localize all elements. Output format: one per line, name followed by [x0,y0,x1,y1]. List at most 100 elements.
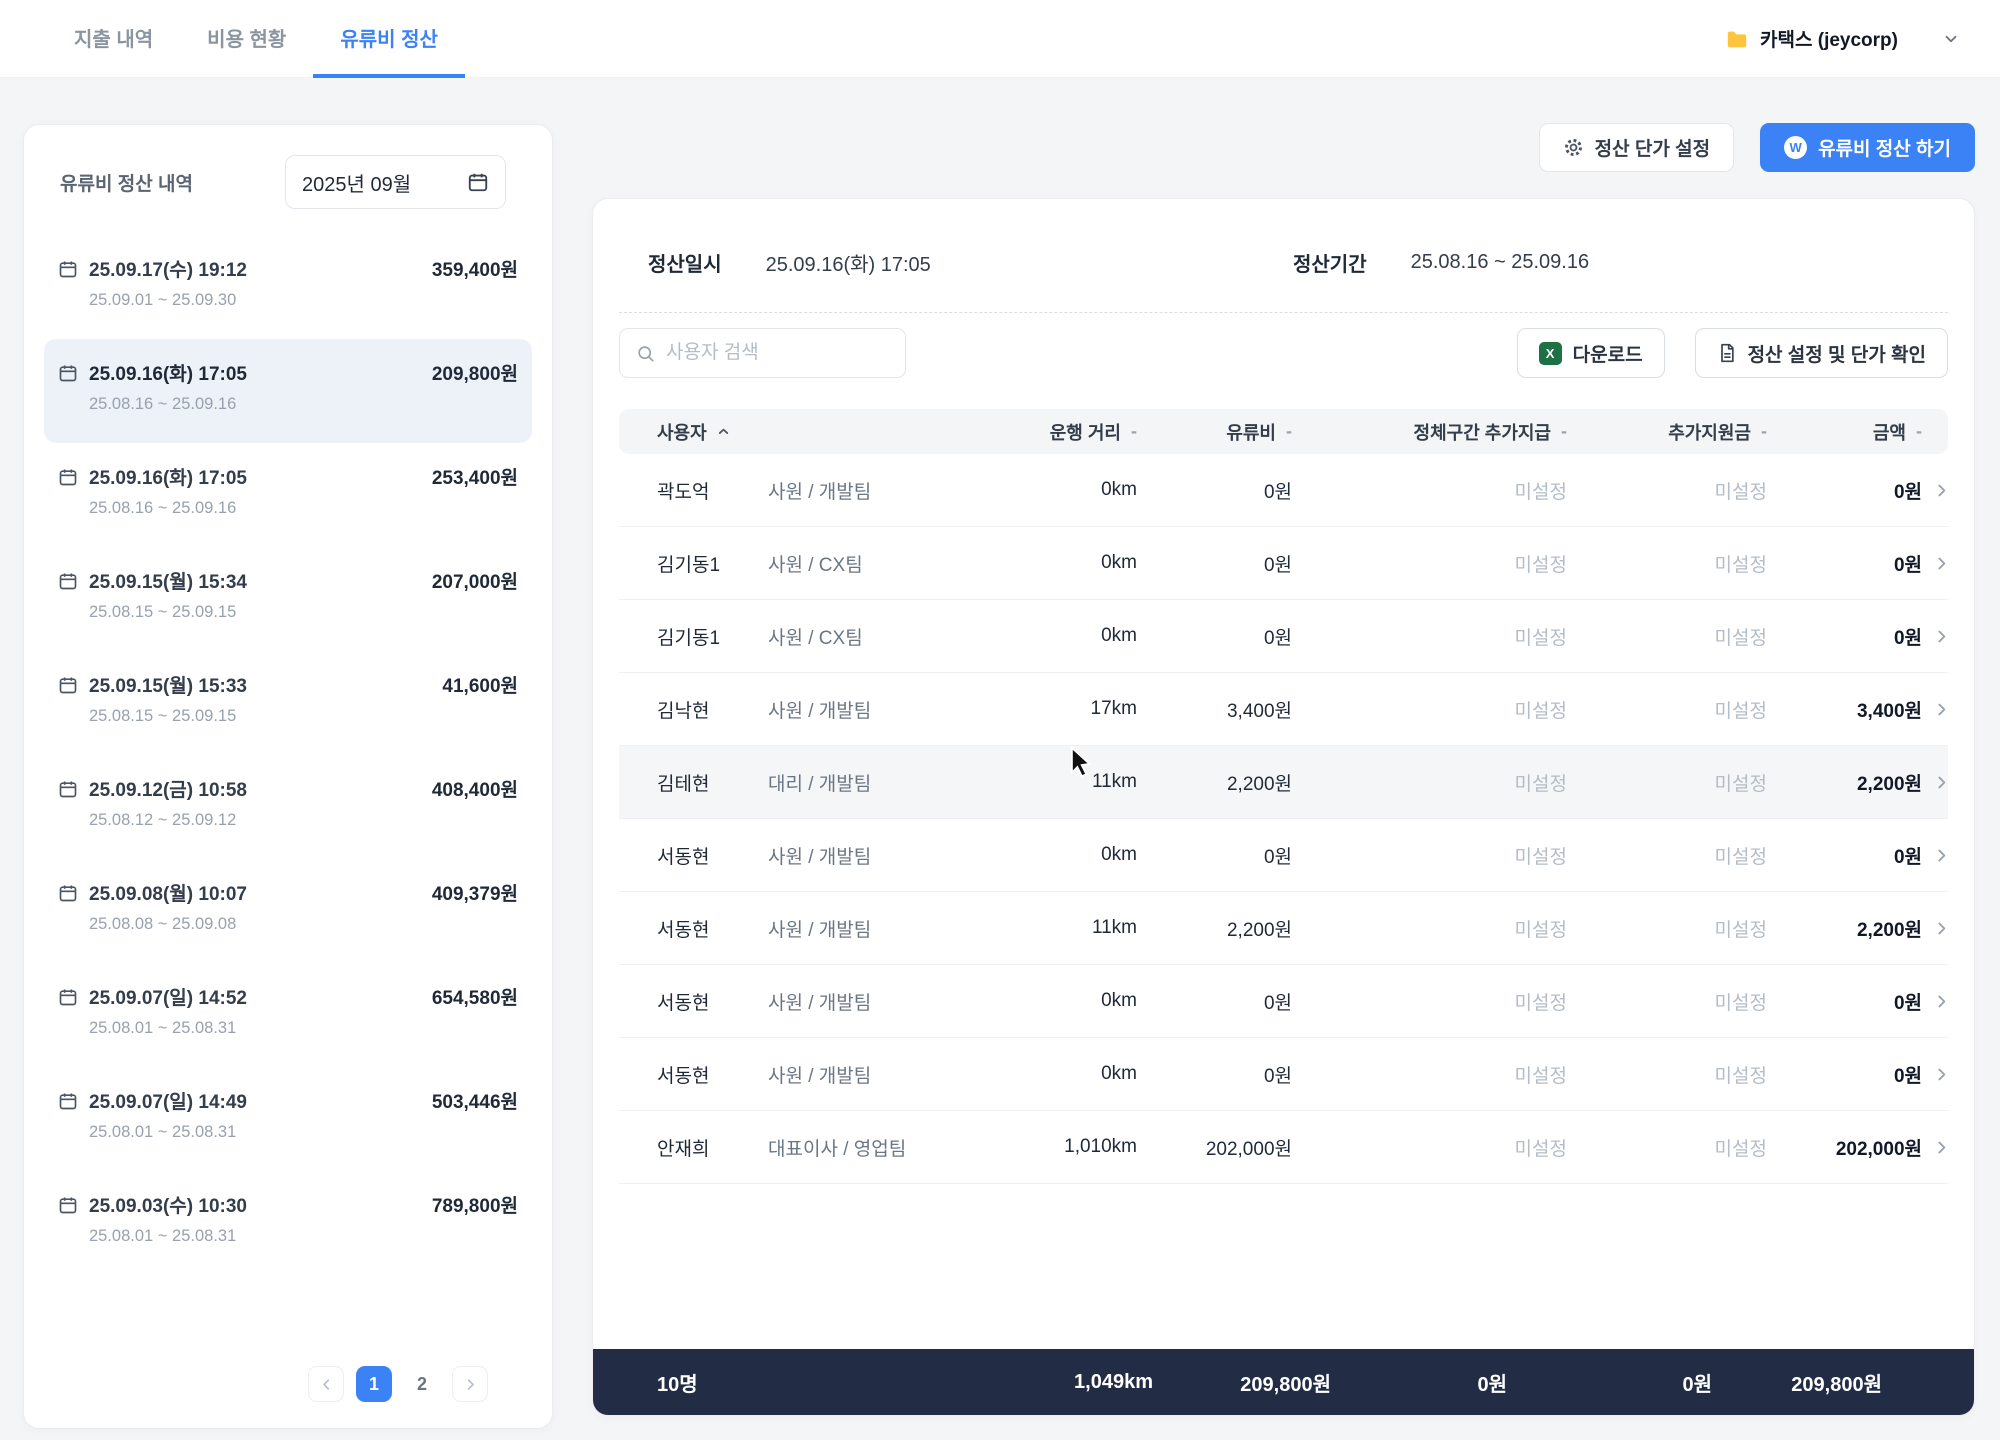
table-row[interactable]: 서동현 사원 / 개발팀 0km 0원 미설정 미설정 0원 [619,819,1948,892]
settlement-list-item[interactable]: 25.09.15(월) 15:34 207,000원 25.08.15 ~ 25… [44,547,532,651]
table-row[interactable]: 서동현 사원 / 개발팀 0km 0원 미설정 미설정 0원 [619,1038,1948,1111]
settlement-datetime: 25.09.15(월) 15:34 [89,572,247,593]
calendar-icon [58,363,78,383]
settlement-datetime: 25.09.15(월) 15:33 [89,676,247,697]
driving-distance: 0km [1101,625,1137,646]
congestion-extra: 미설정 [1514,773,1567,795]
row-chevron[interactable] [1922,920,1950,937]
settlement-list: 25.09.17(수) 19:12 359,400원 25.09.01 ~ 25… [44,235,532,1275]
settlement-period-range: 25.08.16 ~ 25.09.16 [89,499,237,517]
run-settlement-button[interactable]: W 유류비 정산 하기 [1760,123,1975,172]
table-row[interactable]: 김기동1 사원 / CX팀 0km 0원 미설정 미설정 0원 [619,600,1948,673]
row-chevron[interactable] [1922,555,1950,572]
settlement-amount: 789,800원 [431,1196,518,1217]
month-picker-value: 2025년 09월 [302,173,412,196]
account-selector[interactable]: 카택스 (jeycorp) [1726,0,1960,77]
total-amount: 3,400원 [1856,700,1922,722]
settlement-amount: 209,800원 [431,364,518,385]
extra-support: 미설정 [1714,773,1767,795]
user-position: 사원 / 개발팀 [768,919,872,941]
calendar-icon [58,883,78,903]
total-amount: 0원 [1893,846,1922,868]
top-navigation: 지출 내역 비용 현황 유류비 정산 카택스 (jeycorp) [0,0,2000,78]
account-label: 카택스 (jeycorp) [1760,30,1898,51]
settlement-list-item[interactable]: 25.09.03(수) 10:30 789,800원 25.08.01 ~ 25… [44,1171,532,1275]
row-chevron[interactable] [1922,701,1950,718]
chevron-right-icon [1933,628,1950,645]
column-header-support[interactable]: 추가지원금 - [1567,419,1767,445]
row-chevron[interactable] [1922,1066,1950,1083]
user-position: 사원 / CX팀 [768,554,863,576]
column-header-user[interactable]: 사용자 [619,419,762,445]
pagination-page-2[interactable]: 2 [404,1366,440,1402]
download-button[interactable]: X 다운로드 [1516,328,1665,378]
settlement-detail-card: 정산일시 25.09.16(화) 17:05 정산기간 25.08.16 ~ 2… [592,198,1975,1416]
total-amount: 2,200원 [1856,919,1922,941]
user-search[interactable] [619,328,906,378]
row-chevron[interactable] [1922,1139,1950,1156]
settlement-list-item[interactable]: 25.09.07(일) 14:49 503,446원 25.08.01 ~ 25… [44,1067,532,1171]
table-row[interactable]: 김낙현 사원 / 개발팀 17km 3,400원 미설정 미설정 3,400원 [619,673,1948,746]
fuel-cost: 0원 [1263,627,1292,649]
calendar-icon [58,571,78,591]
column-fuel-label: 유류비 [1226,422,1276,443]
row-chevron[interactable] [1922,847,1950,864]
driving-distance: 0km [1101,479,1137,500]
settlement-list-item[interactable]: 25.09.08(월) 10:07 409,379원 25.08.08 ~ 25… [44,859,532,963]
calendar-icon [58,1195,78,1215]
table-footer: 10명 1,049km 209,800원 0원 0원 209,800원 [593,1349,1974,1415]
settlement-list-item[interactable]: 25.09.17(수) 19:12 359,400원 25.09.01 ~ 25… [44,235,532,339]
column-header-distance[interactable]: 운행 거리 - [982,419,1137,445]
user-table: 사용자 운행 거리 - 유류비 - 정체구간 추가지급 - 추가지원금 - 금액… [593,378,1974,1184]
user-position: 사원 / CX팀 [768,627,863,649]
table-row[interactable]: 안재희 대표이사 / 영업팀 1,010km 202,000원 미설정 미설정 … [619,1111,1948,1184]
panel-header: 유류비 정산 내역 2025년 09월 [44,149,532,235]
row-chevron[interactable] [1922,774,1950,791]
chevron-left-icon [319,1377,334,1392]
table-row[interactable]: 김테현 대리 / 개발팀 11km 2,200원 미설정 미설정 2,200원 [619,746,1948,819]
month-picker[interactable]: 2025년 09월 [285,155,506,209]
won-circle-icon: W [1784,136,1808,159]
table-row[interactable]: 김기동1 사원 / CX팀 0km 0원 미설정 미설정 0원 [619,527,1948,600]
tab-fuel-settlement[interactable]: 유류비 정산 [313,0,465,78]
user-name: 김기동1 [657,627,721,649]
calendar-icon [467,171,489,193]
unit-price-settings-button[interactable]: 정산 단가 설정 [1538,123,1735,172]
user-position: 사원 / 개발팀 [768,481,872,503]
congestion-extra: 미설정 [1514,1138,1567,1160]
pagination-prev-button[interactable] [308,1366,344,1402]
footer-total-fuel: 209,800원 [1240,1373,1331,1396]
settlement-list-item[interactable]: 25.09.15(월) 15:33 41,600원 25.08.15 ~ 25.… [44,651,532,755]
row-chevron[interactable] [1922,628,1950,645]
table-row[interactable]: 서동현 사원 / 개발팀 0km 0원 미설정 미설정 0원 [619,965,1948,1038]
settlement-list-item[interactable]: 25.09.16(화) 17:05 253,400원 25.08.16 ~ 25… [44,443,532,547]
settlement-settings-button[interactable]: 정산 설정 및 단가 확인 [1694,328,1948,378]
driving-distance: 1,010km [1064,1136,1137,1157]
column-header-amount[interactable]: 금액 - [1767,419,1922,445]
pagination-next-button[interactable] [452,1366,488,1402]
search-input[interactable] [666,342,866,364]
chevron-right-icon [463,1377,478,1392]
gear-icon [1563,137,1584,158]
fuel-cost: 0원 [1263,481,1292,503]
settlement-list-item[interactable]: 25.09.12(금) 10:58 408,400원 25.08.12 ~ 25… [44,755,532,859]
main-actions: 정산 단가 설정 W 유류비 정산 하기 [1538,123,1975,172]
table-row[interactable]: 곽도억 사원 / 개발팀 0km 0원 미설정 미설정 0원 [619,454,1948,527]
chevron-right-icon [1933,701,1950,718]
fuel-cost: 3,400원 [1226,700,1292,722]
settlement-datetime: 25.09.08(월) 10:07 [89,884,247,905]
tab-cost-status[interactable]: 비용 현황 [180,0,313,78]
calendar-icon [58,1091,78,1111]
column-header-congestion[interactable]: 정체구간 추가지급 - [1292,419,1567,445]
table-row[interactable]: 서동현 사원 / 개발팀 11km 2,200원 미설정 미설정 2,200원 [619,892,1948,965]
pagination-page-1[interactable]: 1 [356,1366,392,1402]
extra-support: 미설정 [1714,627,1767,649]
extra-support: 미설정 [1714,700,1767,722]
table-control-buttons: X 다운로드 정산 설정 및 단가 확인 [1516,328,1948,378]
settlement-list-item[interactable]: 25.09.16(화) 17:05 209,800원 25.08.16 ~ 25… [44,339,532,443]
settlement-list-item[interactable]: 25.09.07(일) 14:52 654,580원 25.08.01 ~ 25… [44,963,532,1067]
column-header-fuel[interactable]: 유류비 - [1137,419,1292,445]
row-chevron[interactable] [1922,482,1950,499]
tab-expense-history[interactable]: 지출 내역 [47,0,180,78]
row-chevron[interactable] [1922,993,1950,1010]
